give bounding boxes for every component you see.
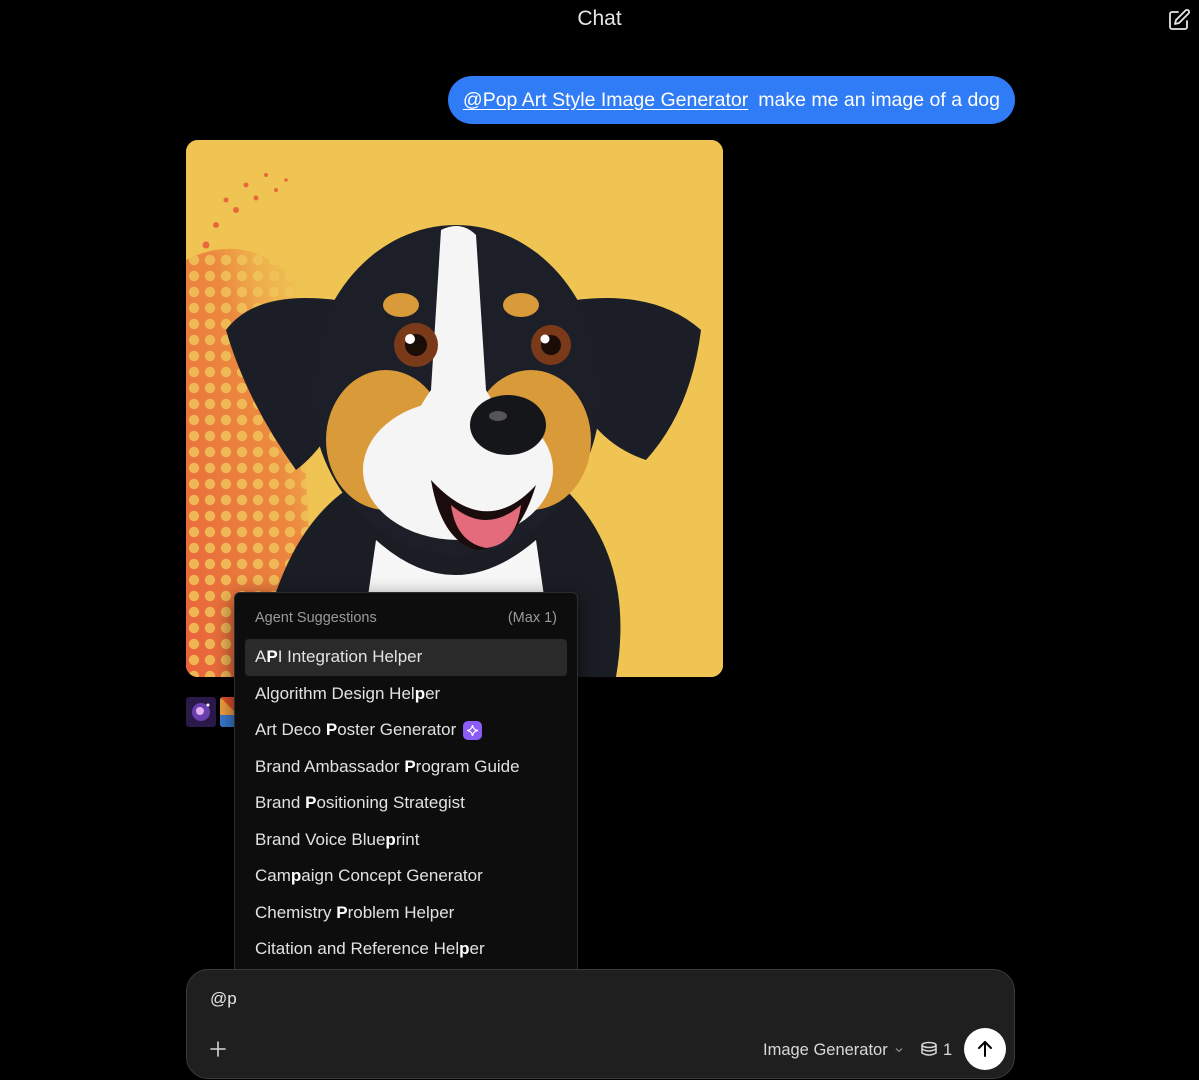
arrow-up-icon: [978, 1041, 992, 1057]
suggestion-label: Brand Voice Blueprint: [255, 829, 420, 849]
suggestion-label: Art Deco Poster Generator: [255, 720, 457, 740]
suggestion-item[interactable]: Campaign Concept Generator: [245, 858, 567, 895]
composer: Image Generator 1: [186, 969, 1015, 1079]
model-select-label: Image Generator: [763, 1040, 888, 1059]
new-chat-button[interactable]: [1165, 6, 1193, 34]
suggestion-item[interactable]: API Integration Helper: [245, 639, 567, 676]
message-input[interactable]: [208, 986, 994, 1012]
suggestion-item[interactable]: Brand Ambassador Program Guide: [245, 749, 567, 786]
suggestion-label: Chemistry Problem Helper: [255, 902, 455, 922]
suggestion-item[interactable]: Brand Voice Blueprint: [245, 822, 567, 859]
credits-count: 1: [943, 1040, 953, 1059]
thumbnail-galaxy[interactable]: [186, 697, 216, 727]
suggestion-label: Citation and Reference Helper: [255, 939, 485, 959]
agent-suggestions-dropdown: Agent Suggestions (Max 1) API Integratio…: [234, 592, 578, 978]
suggestions-max-label: (Max 1): [507, 610, 557, 626]
edit-square-icon: [1169, 9, 1190, 30]
suggestion-item[interactable]: Chemistry Problem Helper: [245, 895, 567, 932]
suggestion-label: Algorithm Design Helper: [255, 683, 441, 703]
suggestion-label: API Integration Helper: [255, 647, 423, 667]
sparkle-icon: [463, 720, 483, 740]
chevron-down-icon: [895, 1048, 903, 1053]
coin-stack-icon: [921, 1041, 937, 1056]
suggestion-item[interactable]: Art Deco Poster Generator: [245, 712, 567, 749]
page-title: Chat: [577, 7, 622, 30]
suggestion-label: Brand Ambassador Program Guide: [255, 756, 520, 776]
suggestions-list: API Integration Helper Algorithm Design H…: [245, 639, 567, 968]
suggestion-item[interactable]: Citation and Reference Helper: [245, 931, 567, 968]
user-message-bubble: @Pop Art Style Image Generator make me a…: [447, 76, 1015, 124]
send-button[interactable]: [964, 1028, 1006, 1070]
suggestion-item[interactable]: Algorithm Design Helper: [245, 676, 567, 713]
user-message-text: make me an image of a dog: [758, 88, 1000, 111]
credits-indicator[interactable]: 1: [919, 1038, 952, 1062]
agent-mention-link[interactable]: @Pop Art Style Image Generator: [463, 89, 748, 112]
suggestion-label: Campaign Concept Generator: [255, 866, 483, 886]
model-select[interactable]: Image Generator: [763, 1038, 904, 1062]
suggestion-label: Brand Positioning Strategist: [255, 793, 465, 813]
plus-icon: [210, 1041, 226, 1057]
suggestions-title: Agent Suggestions: [255, 610, 377, 626]
add-attachment-button[interactable]: [207, 1038, 229, 1060]
suggestions-header: Agent Suggestions (Max 1): [255, 610, 557, 626]
suggestion-item[interactable]: Brand Positioning Strategist: [245, 785, 567, 822]
